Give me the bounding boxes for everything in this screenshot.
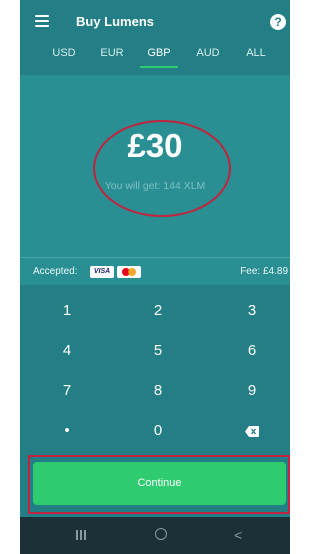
tab-usd[interactable]: USD	[42, 44, 86, 66]
accepted-label: Accepted:	[33, 266, 78, 277]
buy-lumens-screen: Buy Lumens ? USD EUR GBP AUD ALL £30 You…	[0, 0, 290, 554]
key-8[interactable]: 8	[128, 371, 188, 411]
key-0[interactable]: 0	[128, 411, 188, 451]
back-icon[interactable]: <	[234, 527, 242, 543]
help-icon[interactable]: ?	[270, 14, 286, 30]
android-nav-bar: <	[20, 517, 290, 554]
key-3[interactable]: 3	[222, 291, 282, 331]
fee-text: Fee: £4.89	[240, 266, 288, 277]
home-icon[interactable]	[155, 528, 167, 540]
recents-icon[interactable]	[76, 530, 86, 540]
payment-info-bar: Accepted: VISA Fee: £4.89	[20, 257, 290, 286]
continue-button[interactable]: Continue	[33, 462, 286, 505]
key-1[interactable]: 1	[37, 291, 97, 331]
tab-eur[interactable]: EUR	[90, 44, 134, 66]
tab-gbp[interactable]: GBP	[140, 44, 178, 68]
key-7[interactable]: 7	[37, 371, 97, 411]
key-5[interactable]: 5	[128, 331, 188, 371]
amount-highlight-annotation	[93, 120, 231, 217]
page-title: Buy Lumens	[76, 14, 155, 29]
hamburger-menu-icon[interactable]	[35, 15, 49, 27]
key-decimal[interactable]: •	[37, 411, 97, 451]
visa-logo-text: VISA	[93, 268, 111, 275]
key-6[interactable]: 6	[222, 331, 282, 371]
tab-aud[interactable]: AUD	[186, 44, 230, 66]
mastercard-icon	[117, 266, 141, 278]
key-2[interactable]: 2	[128, 291, 188, 331]
backspace-key[interactable]	[222, 411, 282, 451]
backspace-icon	[245, 425, 259, 437]
currency-tabs: USD EUR GBP AUD ALL	[20, 44, 290, 68]
key-9[interactable]: 9	[222, 371, 282, 411]
numeric-keypad: 1 2 3 4 5 6 7 8 9 • 0	[20, 285, 290, 453]
visa-card-icon: VISA	[90, 266, 114, 278]
tab-all[interactable]: ALL	[234, 44, 278, 66]
key-4[interactable]: 4	[37, 331, 97, 371]
